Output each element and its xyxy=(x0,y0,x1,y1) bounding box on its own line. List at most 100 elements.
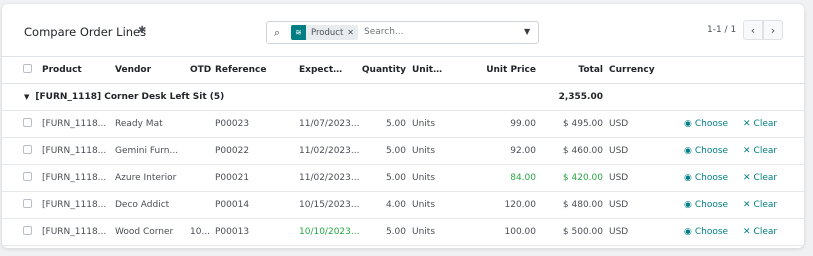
column-header-quantity[interactable]: Quantity xyxy=(361,56,406,84)
cell-clear: ✕ Clear xyxy=(737,137,804,165)
column-header-total[interactable]: Total xyxy=(536,56,603,84)
cell-unit-price: 99.00 xyxy=(446,110,536,138)
cell-total: $ 500.00 xyxy=(536,218,603,246)
compare-order-lines-panel: Compare Order Lines ✱ ⌕ ≋ Product ✕ Sear… xyxy=(2,4,804,248)
cell-currency: USD xyxy=(603,218,667,246)
gear-icon[interactable]: ✱ xyxy=(138,25,146,36)
cell-total: $ 420.00 xyxy=(536,164,603,192)
cell-quantity: 5.00 xyxy=(361,137,406,165)
choose-button[interactable]: ◉ Choose xyxy=(684,173,728,183)
close-icon: ✕ xyxy=(743,173,751,183)
table-row[interactable]: [FURN_1118... Gemini Furn... P00022 11/02/2… xyxy=(2,137,804,165)
clear-button[interactable]: ✕ Clear xyxy=(743,200,777,210)
cell-unit: Units xyxy=(406,218,446,246)
layers-icon: ≋ xyxy=(291,25,306,40)
table-row[interactable]: [FURN_1118... Ready Mat P00023 11/07/2023..… xyxy=(2,110,804,138)
choose-button[interactable]: ◉ Choose xyxy=(684,227,728,237)
choose-icon: ◉ xyxy=(684,173,692,183)
row-select-cell xyxy=(2,191,42,219)
choose-label: Choose xyxy=(694,173,729,183)
select-all-checkbox[interactable] xyxy=(23,64,32,73)
cell-quantity: 5.00 xyxy=(361,110,406,138)
pager-next-button[interactable]: › xyxy=(763,20,783,40)
group-total: 2,355.00 xyxy=(536,83,603,111)
search-facet-product[interactable]: ≋ Product ✕ xyxy=(291,25,358,40)
close-icon: ✕ xyxy=(743,119,751,129)
table-row[interactable]: [FURN_1118... Azure Interior P00021 11/02/2… xyxy=(2,164,804,192)
cell-expected: 11/07/2023... xyxy=(287,110,361,138)
cell-product: [FURN_1118... xyxy=(42,191,115,219)
cell-unit-price: 84.00 xyxy=(446,164,536,192)
choose-icon: ◉ xyxy=(684,200,692,210)
clear-label: Clear xyxy=(753,146,778,156)
row-checkbox[interactable] xyxy=(23,199,32,208)
cell-unit-price: 100.00 xyxy=(446,218,536,246)
close-icon: ✕ xyxy=(743,146,751,156)
choose-label: Choose xyxy=(694,146,729,156)
cell-quantity: 5.00 xyxy=(361,218,406,246)
cell-expected: 11/02/2023... xyxy=(287,137,361,165)
cell-currency: USD xyxy=(603,110,667,138)
row-checkbox[interactable] xyxy=(23,226,32,235)
cell-choose: ◉ Choose xyxy=(667,191,737,219)
clear-button[interactable]: ✕ Clear xyxy=(743,173,777,183)
column-header-vendor[interactable]: Vendor xyxy=(115,56,190,84)
chevron-right-icon: › xyxy=(770,23,776,37)
cell-currency: USD xyxy=(603,137,667,165)
choose-button[interactable]: ◉ Choose xyxy=(684,119,728,129)
cell-reference: P00023 xyxy=(215,110,287,138)
cell-product: [FURN_1118... xyxy=(42,164,115,192)
pager-value[interactable]: 1-1 / 1 xyxy=(707,25,736,35)
clear-label: Clear xyxy=(753,173,778,183)
group-row[interactable]: ▼ [FURN_1118] Corner Desk Left Sit (5) 2,… xyxy=(2,83,804,111)
cell-expected: 10/10/2023... xyxy=(287,218,361,246)
cell-otd xyxy=(190,164,215,192)
caret-down-icon: ▼ xyxy=(524,27,531,36)
search-input[interactable]: Search... xyxy=(364,27,404,37)
chevron-left-icon: ‹ xyxy=(750,23,756,37)
row-checkbox[interactable] xyxy=(23,118,32,127)
clear-button[interactable]: ✕ Clear xyxy=(743,119,777,129)
column-header-unit[interactable]: Unit… xyxy=(406,56,446,84)
cell-choose: ◉ Choose xyxy=(667,164,737,192)
cell-unit-price: 120.00 xyxy=(446,191,536,219)
cell-total: $ 480.00 xyxy=(536,191,603,219)
cell-vendor: Gemini Furn... xyxy=(115,137,190,165)
search-options-toggle[interactable]: ▼ xyxy=(517,21,539,44)
column-header-empty xyxy=(737,56,804,84)
row-checkbox[interactable] xyxy=(23,172,32,181)
row-checkbox[interactable] xyxy=(23,145,32,154)
pager-previous-button[interactable]: ‹ xyxy=(743,20,763,40)
table-row[interactable]: [FURN_1118... Wood Corner 10... P00013 10/10… xyxy=(2,218,804,246)
column-header-currency[interactable]: Currency xyxy=(603,56,667,84)
clear-label: Clear xyxy=(753,119,778,129)
close-icon[interactable]: ✕ xyxy=(347,28,358,37)
row-select-cell xyxy=(2,164,42,192)
group-label: [FURN_1118] Corner Desk Left Sit (5) xyxy=(35,92,225,102)
cell-total: $ 460.00 xyxy=(536,137,603,165)
cell-unit-price: 92.00 xyxy=(446,137,536,165)
choose-label: Choose xyxy=(694,200,729,210)
column-header-unit-price[interactable]: Unit Price xyxy=(446,56,536,84)
clear-button[interactable]: ✕ Clear xyxy=(743,227,777,237)
table-row[interactable]: [FURN_1118... Deco Addict P00014 10/15/2023… xyxy=(2,191,804,219)
cell-clear: ✕ Clear xyxy=(737,191,804,219)
column-header-expected[interactable]: Expect… xyxy=(287,56,361,84)
choose-icon: ◉ xyxy=(684,119,692,129)
search-bar[interactable]: ⌕ ≋ Product ✕ Search... xyxy=(266,21,518,44)
column-header-reference[interactable]: Reference xyxy=(215,56,287,84)
choose-icon: ◉ xyxy=(684,146,692,156)
cell-vendor: Ready Mat xyxy=(115,110,190,138)
facet-label: Product xyxy=(311,27,344,38)
column-header-otd[interactable]: OTD xyxy=(190,56,215,84)
cell-quantity: 5.00 xyxy=(361,164,406,192)
choose-label: Choose xyxy=(694,119,729,129)
choose-button[interactable]: ◉ Choose xyxy=(684,200,728,210)
column-header-product[interactable]: Product xyxy=(42,56,115,84)
cell-vendor: Azure Interior xyxy=(115,164,190,192)
clear-label: Clear xyxy=(753,200,778,210)
cell-choose: ◉ Choose xyxy=(667,110,737,138)
choose-button[interactable]: ◉ Choose xyxy=(684,146,728,156)
cell-clear: ✕ Clear xyxy=(737,164,804,192)
clear-button[interactable]: ✕ Clear xyxy=(743,146,777,156)
